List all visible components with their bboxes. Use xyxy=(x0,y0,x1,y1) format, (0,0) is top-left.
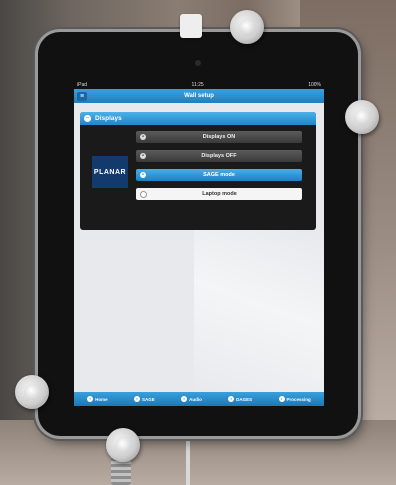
button-label: Displays OFF xyxy=(201,153,237,159)
mount-clamp-top xyxy=(230,10,264,44)
sage-icon: • xyxy=(134,396,140,402)
tablet-screen: iPad 11:25 100% ≡ Wall setup – Displays … xyxy=(74,80,324,406)
cable xyxy=(186,430,190,485)
button-label: Displays ON xyxy=(202,134,236,140)
clock: 11:25 xyxy=(191,81,204,88)
processing-icon: • xyxy=(278,396,285,402)
mount-clamp-bottom xyxy=(106,428,140,462)
tab-sage[interactable]: • SAGE xyxy=(134,396,155,402)
planar-logo: PLANAR xyxy=(92,156,128,188)
panel-header[interactable]: – Displays xyxy=(80,112,316,125)
laptop-mode-button[interactable]: Laptop mode xyxy=(136,188,302,200)
device-label: iPad xyxy=(77,81,88,88)
button-label: Laptop mode xyxy=(202,191,237,197)
button-label: SAGE mode xyxy=(203,172,235,178)
panel-title: Displays xyxy=(95,115,122,122)
tab-processing[interactable]: • Processing xyxy=(278,396,311,402)
displays-off-button[interactable]: • Displays OFF xyxy=(136,150,302,162)
battery-level: 100% xyxy=(308,81,321,88)
collapse-icon[interactable]: – xyxy=(84,115,91,122)
page-title: Wall setup xyxy=(184,93,214,99)
dages-icon: • xyxy=(228,396,235,402)
status-bar: iPad 11:25 100% xyxy=(74,80,324,89)
sage-mode-button[interactable]: • SAGE mode xyxy=(136,169,302,181)
nav-bar: ≡ Wall setup xyxy=(74,89,324,103)
tab-label: DAGES xyxy=(236,396,253,402)
tab-home[interactable]: ▪ Home xyxy=(87,396,108,402)
dock-connector xyxy=(180,14,202,38)
audio-icon: • xyxy=(181,396,188,402)
tab-label: Audio xyxy=(189,396,202,402)
screen-glare xyxy=(194,230,324,400)
displays-on-button[interactable]: • Displays ON xyxy=(136,131,302,143)
tab-dages[interactable]: • DAGES xyxy=(228,396,252,402)
tab-label: Processing xyxy=(286,396,311,402)
logo-text: PLANAR xyxy=(93,168,127,176)
camera-icon xyxy=(195,60,201,66)
mount-clamp-right xyxy=(345,100,379,134)
radio-unselected-icon xyxy=(140,190,147,198)
displays-panel: – Displays PLANAR • Displays ON • Displa… xyxy=(80,112,316,230)
tab-label: Home xyxy=(95,396,108,402)
tab-label: SAGE xyxy=(142,396,155,402)
home-icon: ▪ xyxy=(87,396,94,402)
mount-clamp-left xyxy=(15,375,49,409)
tab-audio[interactable]: • Audio xyxy=(181,396,202,402)
tab-bar: ▪ Home • SAGE • Audio • DAGES • Processi… xyxy=(74,392,324,406)
